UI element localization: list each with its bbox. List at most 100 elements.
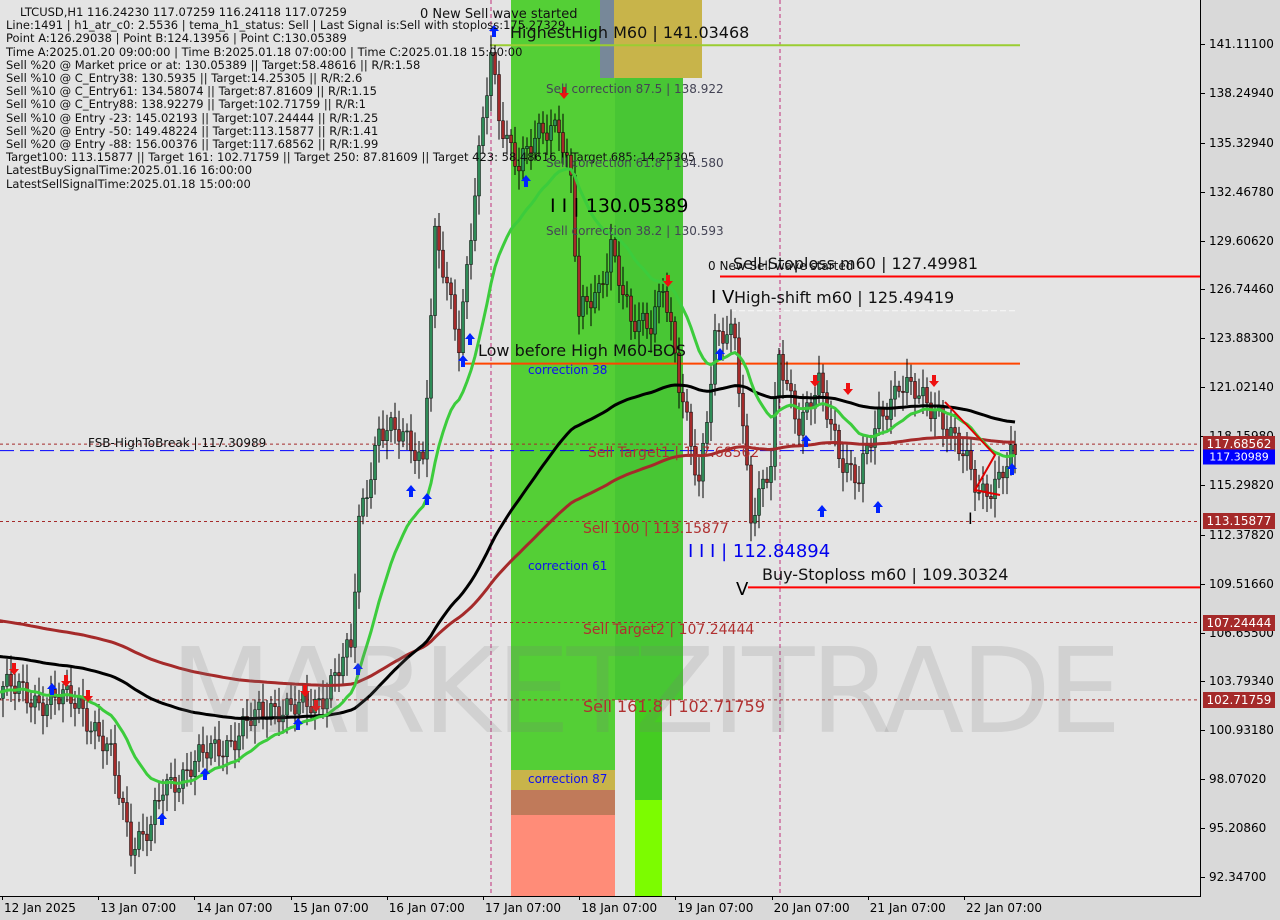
candle-body [597, 283, 601, 293]
candle-body [185, 769, 189, 772]
buy-arrow-icon [465, 333, 475, 345]
candle-body [137, 831, 141, 850]
candle-body [365, 497, 369, 499]
candle-body [841, 458, 845, 473]
candle-body [45, 704, 49, 716]
sell-stoploss-label: Sell-Stoploss m60 | 127.49981 [733, 254, 979, 273]
candle-body [989, 496, 993, 500]
candle-body [893, 385, 897, 400]
candle-body [605, 271, 609, 285]
candle-body [993, 478, 997, 500]
sell-target1-label: Sell Target1 | 117.68562 [588, 445, 760, 461]
price-tick: 98.07020 [1200, 772, 1267, 787]
candle-body [85, 708, 89, 732]
point-iv-label: I V [711, 287, 735, 308]
candle-body [121, 797, 125, 803]
candle-body [133, 849, 137, 856]
candle-body [921, 387, 925, 397]
candle-body [413, 450, 417, 461]
candle-body [769, 466, 773, 483]
price-tick: 138.24940 [1201, 85, 1274, 100]
sell-100-label: Sell 100 | 113.15877 [583, 521, 729, 537]
candle-body [657, 291, 661, 308]
zone-band-brown [511, 790, 615, 815]
candle-body [845, 463, 849, 473]
candle-body [361, 497, 365, 517]
candle-body [189, 769, 193, 777]
buy-arrow-icon [873, 501, 883, 513]
candle-body [681, 392, 685, 403]
candle-body [909, 377, 913, 382]
candle-body [749, 464, 753, 524]
candle-body [373, 445, 377, 480]
candle-body [461, 301, 465, 354]
candle-body [441, 249, 445, 278]
candle-body [833, 423, 837, 431]
candle-body [885, 415, 889, 420]
candle-body [753, 515, 757, 524]
price-chart[interactable]: MARKETZITRADE LTCUSD,H1 116.24230 117.07… [0, 0, 1201, 897]
candle-body [761, 478, 765, 490]
candle-body [913, 381, 917, 399]
watermark-logo: MARKETZITRADE [170, 622, 1122, 760]
sell-arrow-icon [843, 383, 853, 395]
candle-body [637, 320, 641, 332]
candle-body [457, 328, 461, 354]
candle-body [837, 430, 841, 459]
candle-body [409, 430, 413, 451]
candle-body [625, 294, 629, 297]
point-v-label: V [736, 579, 749, 600]
candle-body [417, 451, 421, 461]
candle-body [721, 331, 725, 344]
time-tick: 18 Jan 07:00 [579, 896, 658, 915]
candle-body [773, 397, 777, 467]
candle-body [821, 372, 825, 393]
candle-body [25, 682, 29, 704]
candle-body [109, 743, 113, 745]
candle-body [741, 393, 745, 427]
time-tick: 21 Jan 07:00 [867, 896, 946, 915]
candle-body [881, 408, 885, 417]
candle-body [425, 397, 429, 460]
candle-body [985, 483, 989, 497]
candle-body [429, 315, 433, 399]
candle-body [865, 445, 869, 454]
candle-body [453, 294, 457, 330]
info-line: Sell %10 @ C_Entry88: 138.92279 || Targe… [6, 97, 366, 112]
watermark-bold: MARKETZI [170, 622, 746, 760]
candle-body [633, 320, 637, 332]
candle-body [113, 743, 117, 776]
candle-body [577, 255, 581, 317]
candle-body [861, 453, 865, 484]
candle-body [581, 296, 585, 317]
buy-arrow-icon [406, 485, 416, 497]
candle-body [917, 395, 921, 399]
time-axis[interactable]: 12 Jan 2025 13 Jan 07:00 14 Jan 07:00 15 Ja… [0, 896, 1200, 920]
candle-body [29, 702, 33, 708]
candle-body [0, 698, 1, 700]
candle-body [397, 429, 401, 442]
candle-body [733, 323, 737, 339]
candle-body [405, 430, 409, 433]
candle-body [781, 354, 785, 381]
candle-body [729, 323, 733, 335]
candle-body [145, 833, 149, 841]
candle-body [801, 411, 805, 436]
price-axis[interactable]: 141.11100 138.24940 135.32940 132.46780 129.… [1200, 0, 1280, 896]
candle-body [629, 295, 633, 322]
candle-body [765, 478, 769, 483]
time-tick: 15 Jan 07:00 [290, 896, 369, 915]
candle-body [89, 730, 93, 733]
time-tick: 19 Jan 07:00 [675, 896, 754, 915]
candle-body [401, 431, 405, 442]
candle-body [901, 390, 905, 393]
candle-body [685, 401, 689, 413]
candle-body [173, 777, 177, 793]
candle-body [37, 695, 41, 704]
candle-body [725, 334, 729, 344]
price-level-badge: 102.71759 [1203, 691, 1275, 708]
candle-body [33, 695, 37, 708]
buy-stoploss-label: Buy-Stoploss m60 | 109.30324 [762, 565, 1009, 584]
candle-body [93, 722, 97, 732]
candle-body [129, 821, 133, 856]
